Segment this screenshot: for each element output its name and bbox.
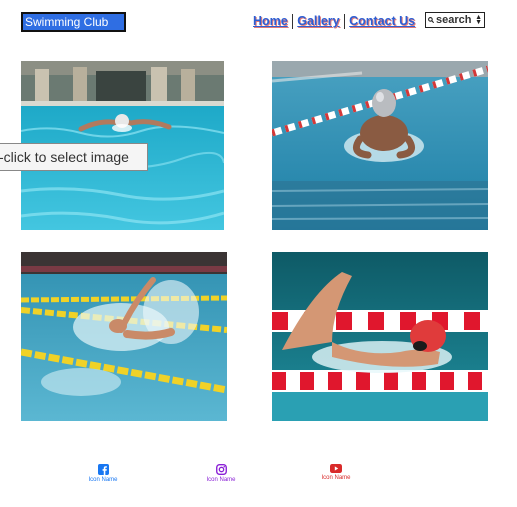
main-nav: Home Gallery Contact Us — [253, 13, 415, 29]
site-logo[interactable]: Swimming Club — [21, 12, 126, 32]
instagram-icon — [215, 464, 227, 475]
social-link-instagram[interactable]: Icon Name — [191, 464, 251, 483]
select-image-tooltip: -click to select image — [0, 143, 148, 171]
spinner-arrows-icon[interactable]: ▲ ▼ — [475, 14, 482, 26]
freestyle-swimmer-photo — [272, 252, 488, 421]
social-link-facebook[interactable]: Icon Name — [73, 464, 133, 483]
social-link-youtube[interactable]: Icon Name — [306, 464, 366, 481]
nav-divider — [291, 13, 294, 29]
backstroke-swimmer-photo — [21, 252, 227, 421]
social-caption: Icon Name — [206, 477, 236, 483]
nav-divider — [343, 13, 346, 29]
gallery-image-breaststroke[interactable] — [272, 61, 488, 230]
facebook-icon — [97, 464, 109, 475]
gallery-image-backstroke[interactable] — [21, 252, 227, 421]
nav-contact-link[interactable]: Contact Us — [349, 14, 415, 28]
social-caption: Icon Name — [88, 477, 118, 483]
social-caption: Icon Name — [321, 475, 351, 481]
nav-gallery-link[interactable]: Gallery — [297, 14, 339, 28]
search-placeholder: search — [436, 14, 472, 26]
nav-home-link[interactable]: Home — [253, 14, 288, 28]
breaststroke-swimmer-photo — [272, 61, 488, 230]
youtube-icon — [330, 464, 342, 473]
gallery-image-freestyle[interactable] — [272, 252, 488, 421]
search-icon — [428, 17, 434, 23]
search-input[interactable]: search ▲ ▼ — [425, 12, 485, 28]
